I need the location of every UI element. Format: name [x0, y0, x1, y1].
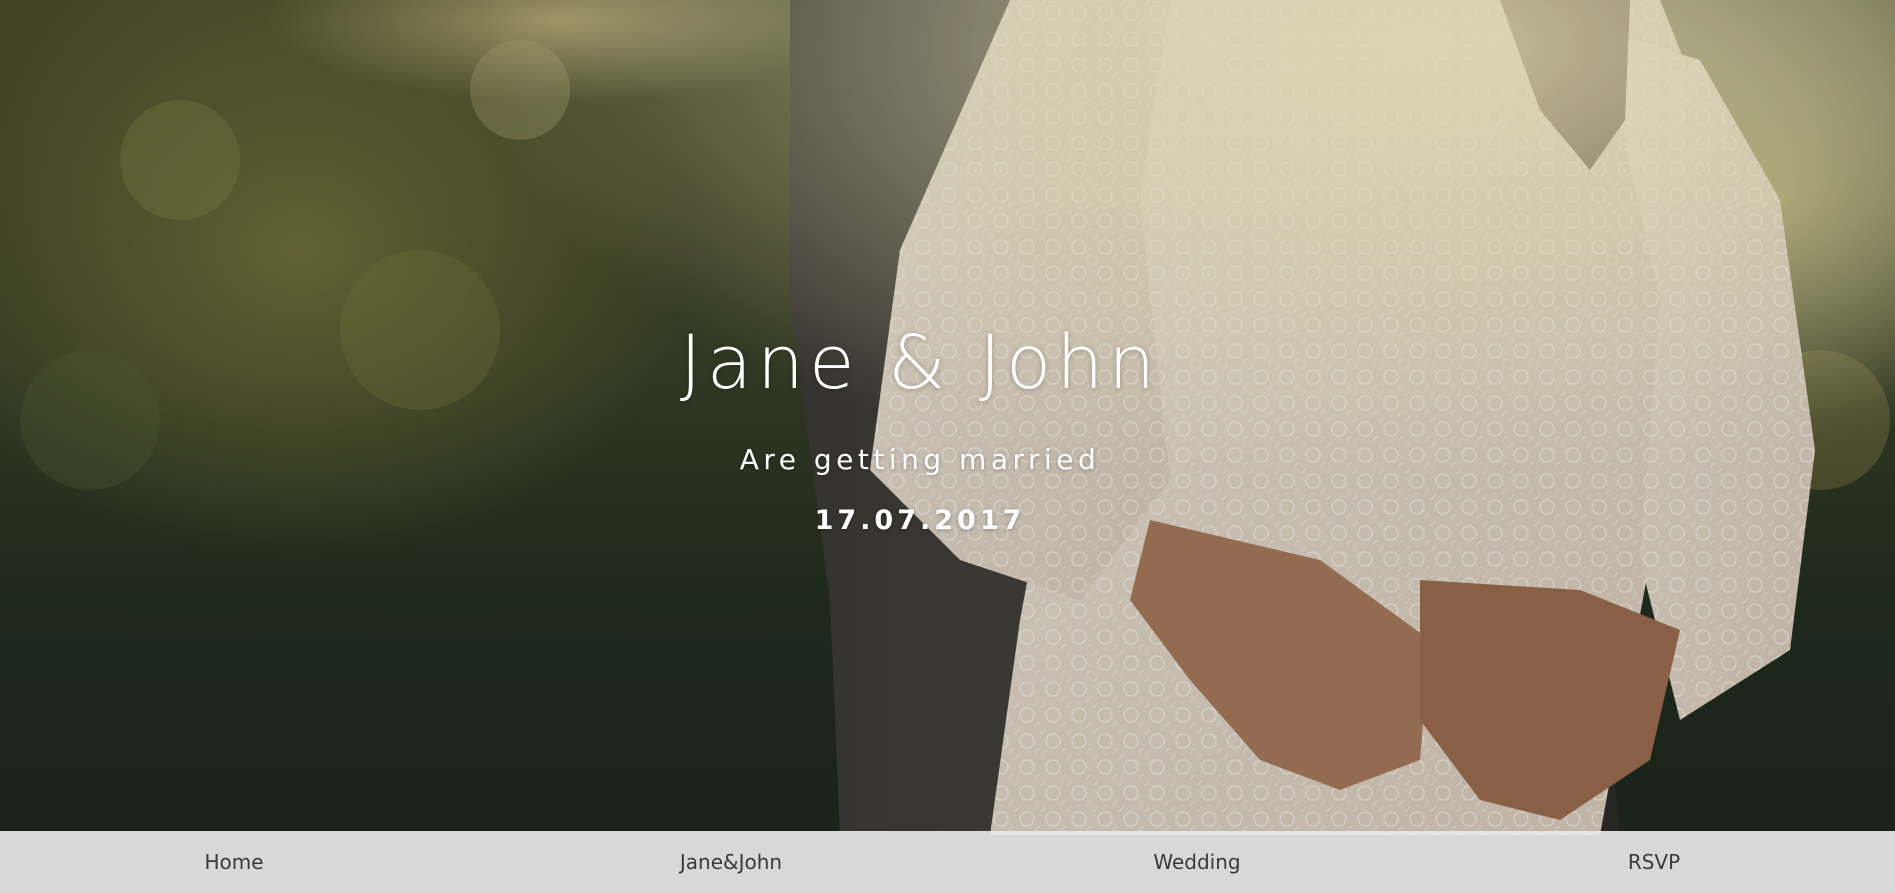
- hero-section: Jane & John Are getting married 17.07.20…: [0, 0, 1895, 893]
- nav-link-rsvp[interactable]: RSVP: [1628, 831, 1680, 893]
- hero-title: Jane & John: [679, 320, 1161, 406]
- wedding-date: 17.07.2017: [814, 505, 1026, 536]
- nav-link-home[interactable]: Home: [204, 831, 263, 893]
- bottom-navbar: Home Jane&John Wedding RSVP: [0, 831, 1895, 893]
- hero-subtitle: Are getting married: [739, 443, 1101, 476]
- nav-link-wedding[interactable]: Wedding: [1153, 831, 1240, 893]
- nav-link-jane-and-john[interactable]: Jane&John: [680, 831, 782, 893]
